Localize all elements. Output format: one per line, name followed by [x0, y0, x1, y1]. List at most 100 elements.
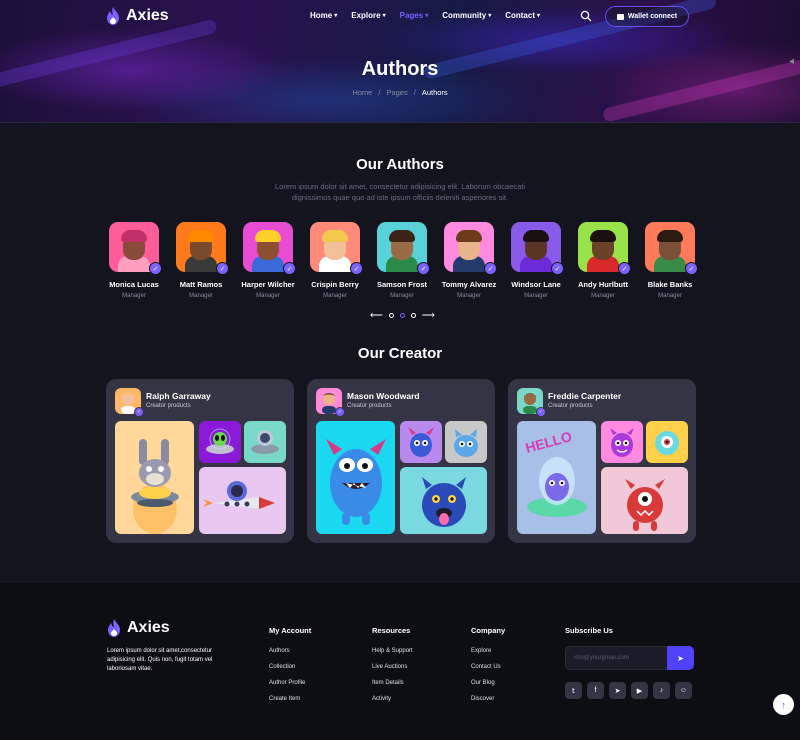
footer-link[interactable]: Live Auctions [372, 664, 413, 670]
footer-link[interactable]: Create Item [269, 696, 311, 702]
author-name[interactable]: Andy Hurlbutt [578, 280, 628, 289]
creator-avatar[interactable]: ✓ [517, 388, 546, 417]
nft-thumbnail-cat-monster[interactable] [445, 421, 487, 463]
author-name[interactable]: Monica Lucas [109, 280, 159, 289]
author-item[interactable]: ✓ Andy Hurlbutt Manager [578, 222, 631, 299]
nft-thumbnail-rocket[interactable] [199, 467, 286, 534]
author-avatar[interactable]: ✓ [176, 222, 229, 275]
footer-column-title: My Account [269, 626, 312, 635]
creator-name[interactable]: Freddie Carpenter [548, 391, 621, 401]
author-avatar[interactable]: ✓ [243, 222, 296, 275]
send-icon: ➤ [677, 653, 684, 663]
send-button[interactable]: ➤ [667, 646, 694, 670]
verified-icon: ✓ [536, 407, 546, 417]
scroll-to-top-button[interactable]: ↑ [773, 694, 794, 715]
discord-icon[interactable]: ☺ [675, 682, 692, 699]
author-role: Manager [122, 293, 146, 299]
author-name[interactable]: Blake Banks [648, 280, 693, 289]
nft-thumbnail-purple-monster[interactable] [601, 421, 643, 463]
nft-thumbnail-one-eye-monster[interactable] [646, 421, 688, 463]
author-avatar[interactable]: ✓ [444, 222, 497, 275]
footer-column-resources: Resources Help & Support Live Auctions I… [372, 626, 413, 712]
author-name[interactable]: Matt Ramos [180, 280, 223, 289]
nav-contact[interactable]: Contact ▾ [505, 11, 540, 20]
footer-logo[interactable]: Axies [107, 619, 170, 637]
logo-text: Axies [127, 619, 170, 636]
creator-card[interactable]: ✓ Ralph Garraway Creator products [106, 379, 294, 543]
creator-card[interactable]: ✓ Freddie Carpenter Creator products HEL… [508, 379, 696, 543]
flame-icon [107, 7, 119, 25]
nav-label: Contact [505, 11, 535, 20]
chevron-up-down-icon[interactable]: ◂ [789, 56, 794, 67]
author-avatar[interactable]: ✓ [310, 222, 363, 275]
nft-thumbnail-horned-monster[interactable] [400, 421, 442, 463]
nft-thumbnail-tongue-monster[interactable] [400, 467, 487, 534]
nav-home[interactable]: Home ▾ [310, 11, 337, 20]
logo[interactable]: Axies [106, 7, 169, 25]
youtube-icon[interactable]: ▶ [631, 682, 648, 699]
carousel-dot[interactable] [410, 313, 416, 318]
author-item[interactable]: ✓ Samson Frost Manager [377, 222, 430, 299]
creator-avatar[interactable]: ✓ [115, 388, 144, 417]
footer-link[interactable]: Contact Us [471, 664, 505, 670]
creator-card[interactable]: ✓ Mason Woodward Creator products [307, 379, 495, 543]
creator-avatar[interactable]: ✓ [316, 388, 345, 417]
arrow-right-icon[interactable]: ⟶ [422, 310, 435, 321]
creator-subtitle: Creator products [347, 403, 392, 409]
nft-thumbnail-hello-monster[interactable]: HELLO [517, 421, 596, 534]
footer-link[interactable]: Our Blog [471, 680, 505, 686]
nft-thumbnail-red-monster[interactable] [601, 467, 688, 534]
search-icon[interactable] [580, 10, 592, 22]
twitter-icon[interactable]: 𝕥 [565, 682, 582, 699]
chevron-down-icon: ▾ [488, 13, 492, 19]
breadcrumb-pages[interactable]: Pages [386, 88, 407, 97]
author-name[interactable]: Tommy Alvarez [442, 280, 497, 289]
author-avatar[interactable]: ✓ [511, 222, 564, 275]
footer-link[interactable]: Activity [372, 696, 413, 702]
author-item[interactable]: ✓ Crispin Berry Manager [310, 222, 363, 299]
arrow-left-icon[interactable]: ⟵ [370, 310, 383, 321]
author-item[interactable]: ✓ Blake Banks Manager [645, 222, 698, 299]
nft-thumbnail-astronaut-ufo[interactable] [244, 421, 286, 463]
nft-thumbnail-blue-monster[interactable] [316, 421, 395, 534]
footer-link[interactable]: Help & Support [372, 648, 413, 654]
nav-community[interactable]: Community ▾ [442, 11, 491, 20]
creator-name[interactable]: Ralph Garraway [146, 391, 211, 401]
nft-thumbnail-alien-ufo[interactable] [199, 421, 241, 463]
author-item[interactable]: ✓ Matt Ramos Manager [176, 222, 229, 299]
author-name[interactable]: Crispin Berry [311, 280, 359, 289]
author-item[interactable]: ✓ Harper Wilcher Manager [241, 222, 296, 299]
creator-name[interactable]: Mason Woodward [347, 391, 420, 401]
nft-thumbnail-donkey-ufo[interactable] [115, 421, 194, 534]
author-name[interactable]: Windsor Lane [511, 280, 561, 289]
footer-link[interactable]: Explore [471, 648, 505, 654]
author-item[interactable]: ✓ Windsor Lane Manager [511, 222, 564, 299]
author-avatar[interactable]: ✓ [377, 222, 430, 275]
footer-link[interactable]: Item Details [372, 680, 413, 686]
footer-link[interactable]: Authors [269, 648, 311, 654]
author-avatar[interactable]: ✓ [109, 222, 162, 275]
carousel-dot-active[interactable] [399, 313, 405, 318]
footer-link[interactable]: Discover [471, 696, 505, 702]
author-item[interactable]: ✓ Tommy Alvarez Manager [442, 222, 497, 299]
email-field[interactable] [565, 646, 667, 670]
telegram-icon[interactable]: ➤ [609, 682, 626, 699]
author-item[interactable]: ✓ Monica Lucas Manager [109, 222, 162, 299]
flame-icon [108, 619, 120, 637]
author-avatar[interactable]: ✓ [578, 222, 631, 275]
nav-explore[interactable]: Explore ▾ [351, 11, 385, 20]
footer-link[interactable]: Collection [269, 664, 311, 670]
wallet-connect-button[interactable]: Wallet connect [605, 6, 689, 27]
author-avatar[interactable]: ✓ [645, 222, 698, 275]
facebook-icon[interactable]: f [587, 682, 604, 699]
author-name[interactable]: Samson Frost [377, 280, 427, 289]
footer-link[interactable]: Author Profile [269, 680, 311, 686]
page-header: Axies Home ▾ Explore ▾ Pages ▾ Community ▾ C… [0, 0, 800, 123]
breadcrumb-home[interactable]: Home [352, 88, 372, 97]
author-name[interactable]: Harper Wilcher [241, 280, 294, 289]
nav-pages[interactable]: Pages ▾ [400, 11, 429, 20]
carousel-dot[interactable] [388, 313, 394, 318]
tiktok-icon[interactable]: ♪ [653, 682, 670, 699]
avatar-hair [188, 230, 214, 242]
authors-section-description: Lorem ipsum dolor sit amet, consectetur … [274, 182, 526, 202]
